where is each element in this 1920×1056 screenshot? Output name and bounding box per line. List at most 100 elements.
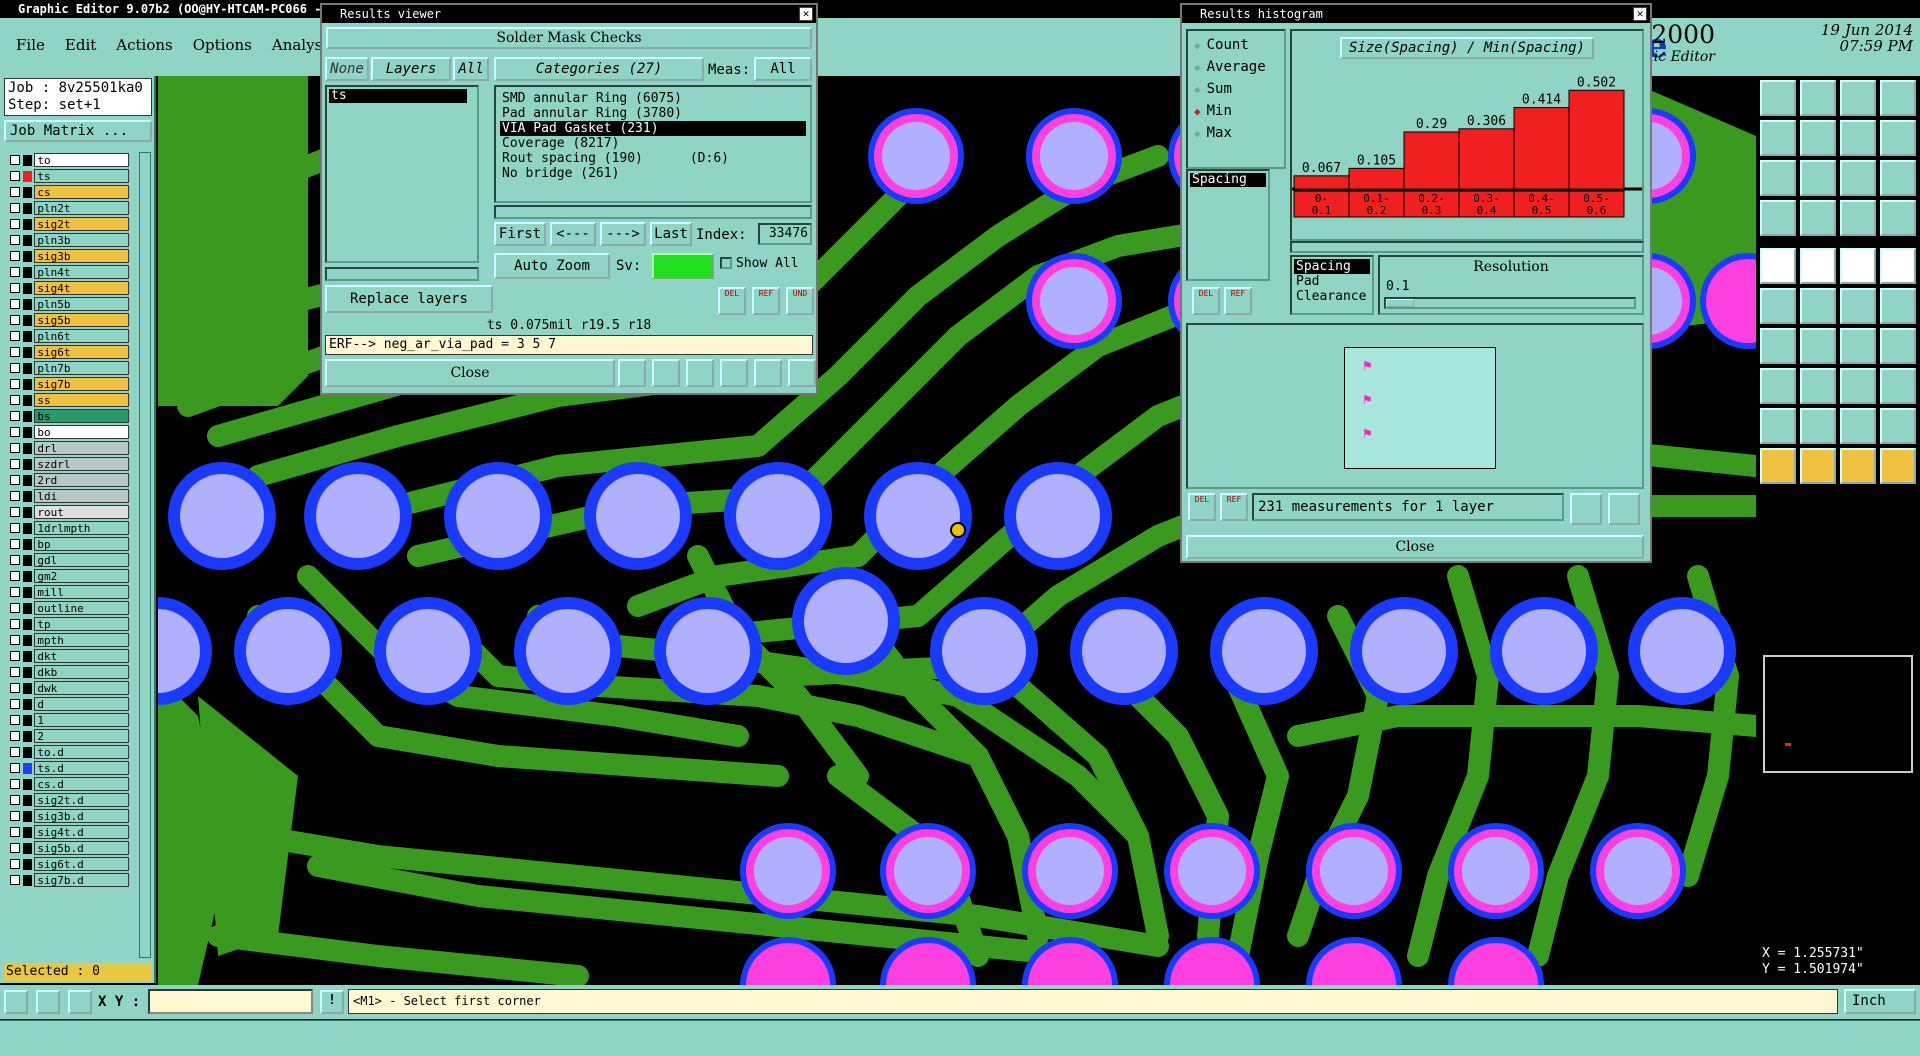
ruler-icon[interactable]	[1840, 248, 1876, 284]
layer-name[interactable]: to.d	[34, 745, 129, 759]
layer-name[interactable]: 2rd	[34, 473, 129, 487]
layer-row[interactable]: dwk	[4, 680, 129, 696]
layer-list-hscroll[interactable]	[325, 267, 479, 281]
layer-checkbox[interactable]	[10, 523, 20, 533]
index-input[interactable]: 33476	[758, 223, 812, 245]
layer-swatch[interactable]	[22, 314, 33, 326]
next-button[interactable]: --->	[600, 222, 646, 246]
layer-row[interactable]: sig2t.d	[4, 792, 129, 808]
layer-row[interactable]: pln4t	[4, 264, 129, 280]
layer-name[interactable]: drl	[34, 441, 129, 455]
preview-del-button[interactable]: DEL	[1188, 493, 1216, 521]
report-icon[interactable]	[754, 359, 782, 387]
category-item[interactable]: Rout spacing (190) (D:6)	[500, 151, 806, 166]
layer-row[interactable]: ss	[4, 392, 129, 408]
layer-row[interactable]: sig5b	[4, 312, 129, 328]
layer-checkbox[interactable]	[10, 427, 20, 437]
node-icon[interactable]	[1760, 368, 1796, 404]
layer-swatch[interactable]	[22, 858, 33, 870]
layer-row[interactable]: 1drlmpth	[4, 520, 129, 536]
histogram-bar[interactable]	[1568, 89, 1625, 190]
layer-name[interactable]: ss	[34, 393, 129, 407]
layer-swatch[interactable]	[22, 586, 33, 598]
histogram-titlebar[interactable]: Results histogram ✕	[1182, 5, 1650, 23]
preview-ref-button[interactable]: REF	[1220, 493, 1248, 521]
arch-icon[interactable]	[1840, 408, 1876, 444]
layer-row[interactable]: 2rd	[4, 472, 129, 488]
cross-icon[interactable]	[1800, 288, 1836, 324]
layer-checkbox[interactable]	[10, 411, 20, 421]
layer-name[interactable]: szdrl	[34, 457, 129, 471]
layer-checkbox[interactable]	[10, 203, 20, 213]
layer-swatch[interactable]	[22, 234, 33, 246]
grid-icon[interactable]	[1800, 200, 1836, 236]
ratio-icon[interactable]	[1840, 160, 1876, 196]
prev-button[interactable]: <---	[550, 222, 596, 246]
layer-name[interactable]: sig3b.d	[34, 809, 129, 823]
layer-swatch[interactable]	[22, 266, 33, 278]
layer-row[interactable]: sig3b	[4, 248, 129, 264]
multi-pointer-icon[interactable]	[1880, 448, 1916, 484]
layer-name[interactable]: sig3b	[34, 249, 129, 263]
layer-name[interactable]: ts	[34, 169, 129, 183]
histogram-bar[interactable]	[1513, 107, 1570, 190]
mode-radio[interactable]: ◆ Min	[1194, 101, 1232, 121]
layer-checkbox[interactable]	[10, 491, 20, 501]
layer-swatch[interactable]	[22, 810, 33, 822]
layer-row[interactable]: dkb	[4, 664, 129, 680]
close-button[interactable]: Close	[325, 359, 615, 387]
layer-name[interactable]: 1	[34, 713, 129, 727]
layer-checkbox[interactable]	[10, 619, 20, 629]
layer-name[interactable]: dkt	[34, 649, 129, 663]
spacing-list[interactable]: Spacing	[1186, 169, 1270, 281]
layer-row[interactable]: to.d	[4, 744, 129, 760]
layer-row[interactable]: pln3b	[4, 232, 129, 248]
layer-row[interactable]: 1	[4, 712, 129, 728]
menu-options[interactable]: Options	[183, 30, 262, 60]
measure-icon[interactable]	[1880, 200, 1916, 236]
show-all-checkbox[interactable]	[720, 257, 732, 269]
layer-swatch[interactable]	[22, 602, 33, 614]
layer-swatch[interactable]	[22, 874, 33, 886]
layer-checkbox[interactable]	[10, 715, 20, 725]
layer-swatch[interactable]	[22, 666, 33, 678]
layer-row[interactable]: mpth	[4, 632, 129, 648]
radio-indicator-icon[interactable]: ◆	[1194, 83, 1201, 96]
tab-layers[interactable]: Layers	[371, 57, 451, 81]
last-button[interactable]: Last	[650, 222, 692, 246]
layer-swatch[interactable]	[22, 698, 33, 710]
layer-row[interactable]: szdrl	[4, 456, 129, 472]
layer-checkbox[interactable]	[10, 475, 20, 485]
layer-checkbox[interactable]	[10, 603, 20, 613]
layer-checkbox[interactable]	[10, 507, 20, 517]
category-item[interactable]: SMD annular Ring (6075)	[500, 91, 806, 106]
layer-row[interactable]: pln7b	[4, 360, 129, 376]
layout-icon[interactable]	[1880, 80, 1916, 116]
layer-row[interactable]: pln6t	[4, 328, 129, 344]
layer-row[interactable]: sig5b.d	[4, 840, 129, 856]
tab-all[interactable]: All	[453, 57, 489, 81]
layer-checkbox[interactable]	[10, 875, 20, 885]
category-item[interactable]: Pad annular Ring (3780)	[500, 106, 806, 121]
radio-indicator-icon[interactable]: ◆	[1194, 61, 1201, 74]
layer-checkbox[interactable]	[10, 651, 20, 661]
chart-hscroll[interactable]	[1290, 241, 1644, 253]
layer-swatch[interactable]	[22, 490, 33, 502]
layer-checkbox[interactable]	[10, 283, 20, 293]
layer-name[interactable]: sig6t	[34, 345, 129, 359]
layer-checkbox[interactable]	[10, 811, 20, 821]
layer-checkbox[interactable]	[10, 267, 20, 277]
layer-row[interactable]: sig2t	[4, 216, 129, 232]
layer-checkbox[interactable]	[10, 315, 20, 325]
meas-select[interactable]: All	[754, 57, 812, 81]
layer-row[interactable]: d	[4, 696, 129, 712]
layer-name[interactable]: pln2t	[34, 201, 129, 215]
layer-swatch[interactable]	[22, 282, 33, 294]
layer-swatch[interactable]	[22, 778, 33, 790]
fit-icon[interactable]	[1760, 160, 1796, 196]
triangle-icon[interactable]	[1760, 408, 1796, 444]
layer-name[interactable]: sig5b	[34, 313, 129, 327]
layer-name[interactable]: tp	[34, 617, 129, 631]
layer-name[interactable]: pln4t	[34, 265, 129, 279]
layer-name[interactable]: gdl	[34, 553, 129, 567]
